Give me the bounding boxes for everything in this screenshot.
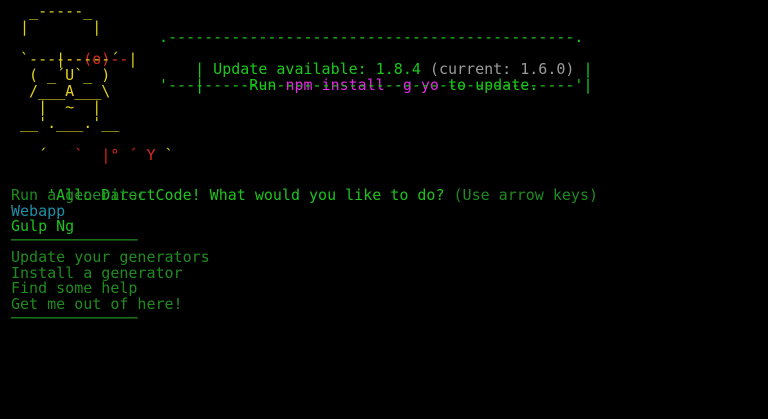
logo-line-9-left: ´ xyxy=(38,145,48,164)
logo-line-8: __'.___.'__ xyxy=(11,114,120,132)
update-box-top: .---------------------------------------… xyxy=(159,28,584,46)
logo-line-3-right: | xyxy=(128,49,138,68)
menu-separator-2: ────────────── xyxy=(11,309,138,327)
logo-line-2: | | xyxy=(11,18,102,36)
logo-line-9-mid: ` |° ´ Y xyxy=(47,145,156,164)
update-box-bottom: '---------------------------------------… xyxy=(159,76,584,94)
menu-separator-1: ────────────── xyxy=(11,231,138,249)
logo-line-9-right: ` xyxy=(155,145,174,164)
prompt-hint: (Use arrow keys) xyxy=(453,185,599,204)
terminal-window: _-----_ | | |--(o)--| `---------´ ( _´U`… xyxy=(0,0,768,419)
